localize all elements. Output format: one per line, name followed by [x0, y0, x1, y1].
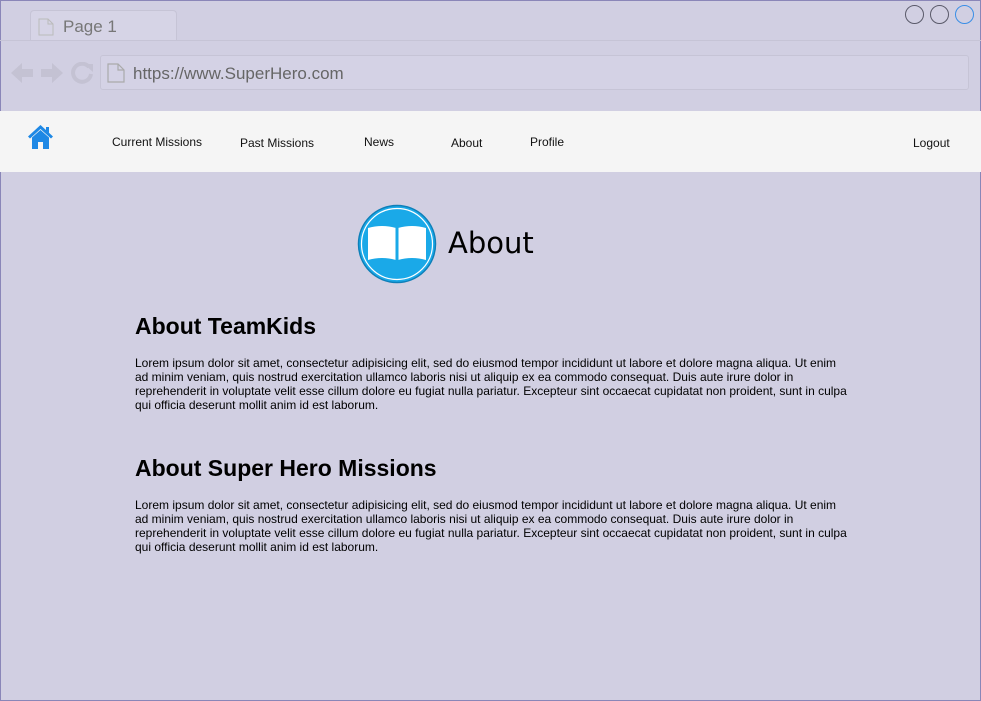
address-bar[interactable]: https://www.SuperHero.com — [100, 55, 969, 90]
nav-news[interactable]: News — [364, 135, 394, 149]
section-body-missions: Lorem ipsum dolor sit amet, consectetur … — [135, 498, 847, 554]
minimize-button[interactable] — [905, 5, 924, 24]
restore-button[interactable] — [930, 5, 949, 24]
browser-frame — [0, 0, 981, 701]
page-title: About — [448, 226, 534, 260]
url-text: https://www.SuperHero.com — [133, 64, 344, 83]
close-button[interactable] — [955, 5, 974, 24]
section-title-teamkids: About TeamKids — [135, 313, 317, 339]
nav-current-missions[interactable]: Current Missions — [112, 135, 202, 149]
tab-divider — [0, 40, 981, 41]
open-book-icon — [357, 204, 437, 284]
home-icon[interactable] — [27, 124, 54, 150]
browser-tab[interactable]: Page 1 — [30, 10, 177, 41]
forward-arrow-icon[interactable] — [40, 62, 64, 84]
section-title-missions: About Super Hero Missions — [135, 455, 437, 481]
nav-profile[interactable]: Profile — [530, 135, 564, 149]
back-arrow-icon[interactable] — [10, 62, 34, 84]
nav-about[interactable]: About — [451, 136, 482, 150]
site-navbar: Current Missions Past Missions News Abou… — [0, 111, 981, 172]
logout-link[interactable]: Logout — [913, 136, 950, 150]
document-icon — [38, 18, 54, 36]
section-body-teamkids: Lorem ipsum dolor sit amet, consectetur … — [135, 356, 847, 412]
page-icon — [107, 63, 125, 83]
tab-title: Page 1 — [63, 17, 117, 36]
nav-past-missions[interactable]: Past Missions — [240, 136, 314, 150]
refresh-icon[interactable] — [71, 62, 94, 84]
